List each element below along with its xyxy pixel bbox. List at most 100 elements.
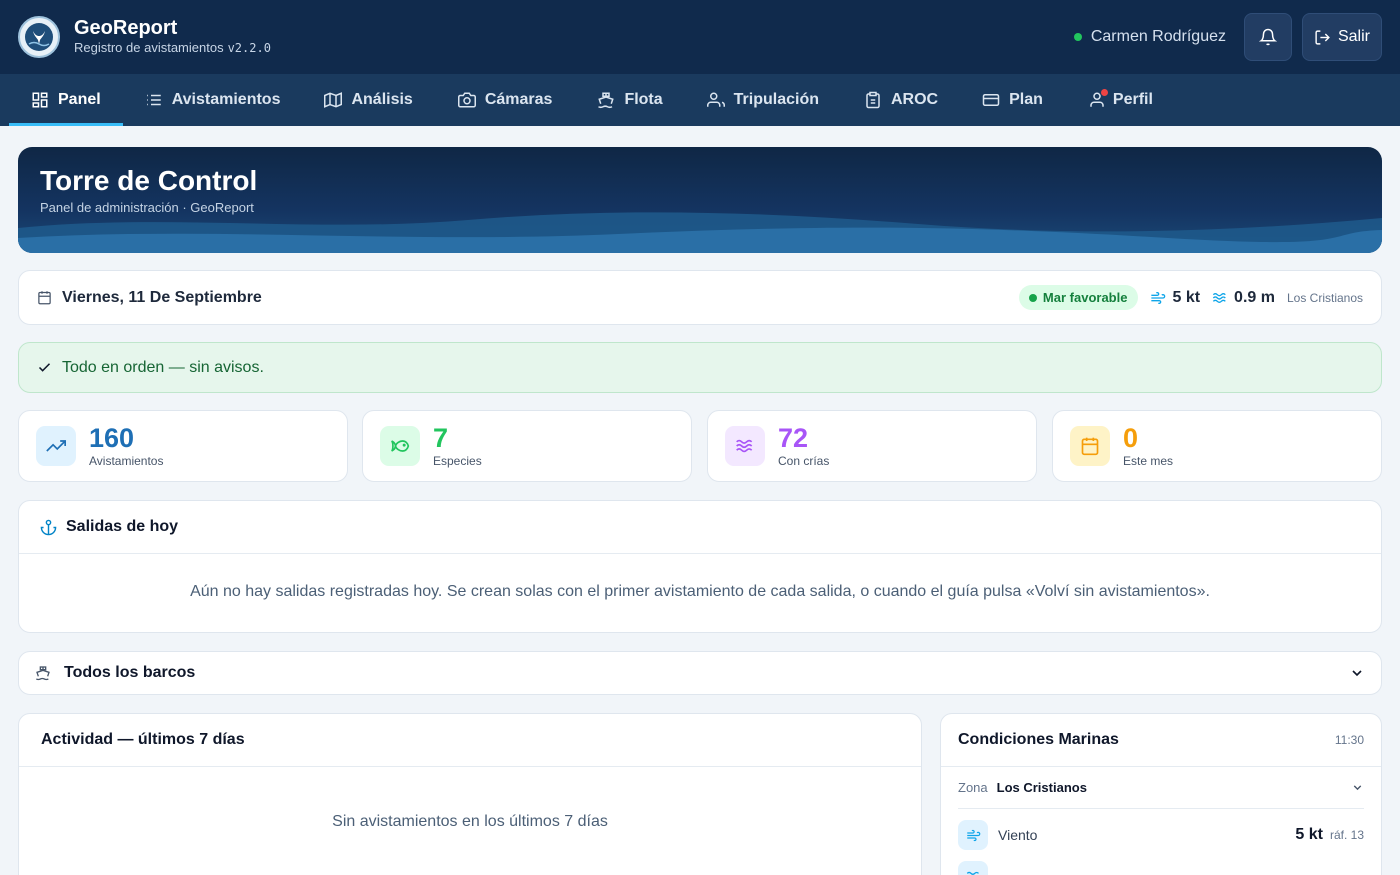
activity-card: Actividad — últimos 7 días Sin avistamie… [18, 713, 922, 875]
user-name: Carmen Rodríguez [1090, 28, 1226, 45]
notification-dot [1100, 89, 1108, 96]
condition-row-wind: Viento 5 kt ráf. 13 [958, 809, 1364, 861]
users-icon [706, 92, 725, 107]
clipboard-icon [866, 91, 880, 109]
current-date: Viernes, 11 De Septiembre [62, 288, 262, 306]
wave-metric: 0.9 m [1212, 289, 1275, 307]
tab-label: Avistamientos [171, 91, 281, 108]
status-alert: Todo en orden — sin avisos. [18, 342, 1382, 393]
location-label: Los Cristianos [1286, 290, 1363, 305]
stat-value: 0 [1123, 423, 1139, 453]
tab-camaras[interactable]: Cámaras [413, 74, 553, 126]
whale-tail-icon [25, 23, 53, 51]
stat-value: 160 [89, 423, 135, 453]
stat-card-este-mes[interactable]: 0 Este mes [1052, 410, 1382, 482]
logout-icon [1315, 29, 1330, 45]
chevron-down-icon [1352, 670, 1362, 677]
tab-label: Flota [624, 91, 663, 108]
wind-value: 5 kt [1172, 288, 1201, 306]
activity-title: Actividad — últimos 7 días [41, 731, 245, 748]
stat-card-especies[interactable]: 7 Especies [362, 410, 692, 482]
tab-aroc[interactable]: AROC [819, 74, 938, 126]
anchor-icon [40, 519, 57, 535]
stat-label: Con crías [778, 454, 830, 468]
tab-analisis[interactable]: Análisis [280, 74, 413, 126]
bell-icon [1259, 28, 1277, 46]
ship-icon [36, 666, 50, 681]
stat-label: Este mes [1123, 454, 1174, 468]
tab-plan[interactable]: Plan [938, 74, 1043, 126]
tab-label: Análisis [351, 91, 413, 108]
stat-value: 72 [778, 423, 809, 453]
calendar-icon [38, 291, 51, 305]
conditions-header: Condiciones Marinas 11:30 [941, 714, 1381, 767]
ship-icon [598, 92, 615, 109]
current-user: Carmen Rodríguez [1073, 28, 1226, 46]
boat-filter-value: Todos los barcos [64, 664, 196, 681]
list-icon [146, 94, 161, 106]
sea-status-label: Mar favorable [1042, 290, 1128, 305]
conditions-card: Condiciones Marinas 11:30 Zona Los Crist… [940, 713, 1382, 875]
stat-label: Avistamientos [89, 454, 164, 468]
logout-label: Salir [1337, 28, 1370, 45]
fish-icon [380, 426, 420, 466]
stat-card-avistamientos[interactable]: 160 Avistamientos [18, 410, 348, 482]
top-header: GeoReport Registro de avistamientos v2.2.… [0, 0, 1400, 74]
boat-filter-select[interactable]: Todos los barcos [18, 651, 1382, 695]
stat-label: Especies [433, 454, 482, 468]
page-title: Torre de Control [40, 165, 258, 196]
tab-label: Plan [1009, 91, 1043, 108]
condition-label: Viento [998, 827, 1038, 843]
hero-banner: Torre de Control Panel de administración… [18, 147, 1382, 253]
notifications-button[interactable] [1244, 13, 1292, 61]
zone-label: Zona [958, 780, 988, 795]
wind-metric: 5 kt [1150, 289, 1200, 307]
tab-panel[interactable]: Panel [9, 74, 123, 126]
wave-value: 0.9 m [1234, 288, 1275, 306]
tab-label: Perfil [1112, 91, 1153, 108]
trend-up-icon [36, 426, 76, 466]
check-icon [38, 363, 51, 372]
calendar-icon [1070, 426, 1110, 466]
conditions-time: 11:30 [1334, 733, 1364, 747]
chevron-down-icon [1353, 785, 1362, 791]
app-logo[interactable] [18, 16, 60, 58]
stat-card-con-crias[interactable]: 72 Con crías [707, 410, 1037, 482]
sea-status-badge: Mar favorable [1018, 285, 1139, 310]
tab-label: Cámaras [484, 91, 553, 108]
condition-value: 5 kt [1295, 826, 1323, 843]
condition-gust: ráf. 13 [1329, 828, 1364, 842]
tab-tripulacion[interactable]: Tripulación [663, 74, 819, 126]
tab-label: Panel [58, 91, 101, 108]
activity-empty-message: Sin avistamientos en los últimos 7 días [332, 813, 608, 830]
zone-value: Los Cristianos [996, 780, 1087, 795]
salidas-card: Salidas de hoy Aún no hay salidas regist… [18, 500, 1382, 633]
card-icon [982, 94, 1000, 106]
app-subtitle: Registro de avistamientos v2.2.0 [74, 40, 271, 55]
tab-avistamientos[interactable]: Avistamientos [123, 74, 281, 126]
salidas-header: Salidas de hoy [19, 501, 1381, 554]
tab-perfil[interactable]: Perfil [1043, 74, 1153, 126]
tab-flota[interactable]: Flota [552, 74, 663, 126]
status-dot [1028, 293, 1037, 302]
zone-select[interactable]: Zona Los Cristianos [958, 767, 1364, 809]
stat-value: 7 [433, 423, 449, 453]
online-status-dot [1073, 33, 1082, 41]
waves-icon [1212, 292, 1226, 303]
map-icon [324, 92, 343, 108]
logout-button[interactable]: Salir [1302, 13, 1382, 61]
camera-icon [457, 92, 476, 108]
waves-icon [958, 861, 988, 875]
salidas-title: Salidas de hoy [66, 518, 179, 535]
tab-label: Tripulación [733, 91, 819, 108]
alert-text: Todo en orden — sin avisos. [62, 358, 264, 376]
date-conditions-bar: Viernes, 11 De Septiembre Mar favorable … [18, 270, 1382, 325]
salidas-empty-message: Aún no hay salidas registradas hoy. Se c… [190, 583, 1210, 600]
condition-row-next [958, 861, 1364, 875]
wave-decoration [18, 212, 1382, 253]
grid-icon [32, 92, 48, 108]
wind-icon [1151, 291, 1166, 304]
conditions-title: Condiciones Marinas [958, 731, 1119, 748]
wind-icon [958, 820, 988, 850]
app-version: v2.2.0 [227, 41, 271, 55]
